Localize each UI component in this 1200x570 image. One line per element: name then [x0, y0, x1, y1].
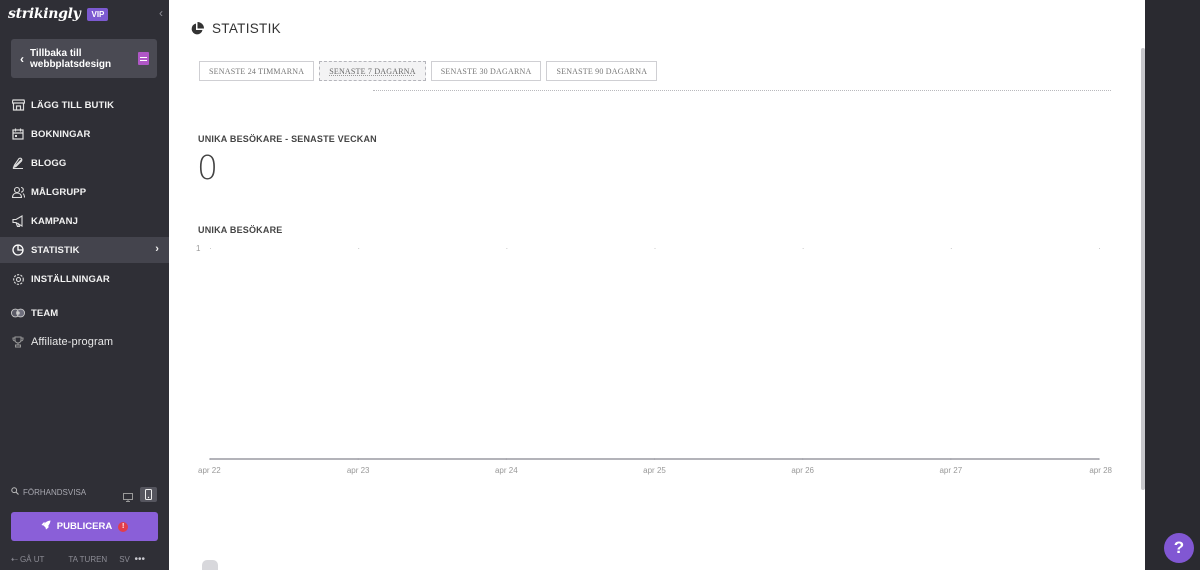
data-point — [950, 458, 952, 460]
sidebar-footer: ⇠ GÅ UT TA TUREN SV ••• — [11, 554, 161, 565]
x-tick-label: apr 23 — [347, 466, 370, 475]
store-icon — [11, 98, 25, 112]
sidebar-item-label: TEAM — [31, 307, 59, 319]
trophy-icon — [11, 335, 25, 349]
grid-dot — [358, 248, 360, 249]
sidebar-item-blog[interactable]: BLOGG — [0, 150, 169, 176]
gear-icon — [11, 272, 25, 286]
chevron-right-icon: › — [155, 243, 159, 255]
sidebar-item-label: MÅLGRUPP — [31, 186, 87, 198]
more-options-icon[interactable]: ••• — [134, 554, 145, 565]
language-link[interactable]: SV — [119, 555, 130, 564]
sidebar-item-label: BOKNINGAR — [31, 128, 91, 140]
data-point — [1098, 458, 1100, 460]
rocket-icon — [41, 520, 51, 533]
tab-last-7-days[interactable]: SENASTE 7 DAGARNA — [319, 61, 426, 81]
sidebar-item-statistics[interactable]: STATISTIK › — [0, 237, 169, 263]
grid-dot — [654, 248, 656, 249]
x-tick-label: apr 27 — [939, 466, 962, 475]
tour-link[interactable]: TA TUREN — [68, 555, 107, 564]
search-icon — [11, 487, 19, 497]
megaphone-icon — [11, 214, 25, 228]
preview-button[interactable]: FÖRHANDSVISA — [11, 487, 86, 497]
x-tick-label: apr 26 — [791, 466, 814, 475]
brand[interactable]: strikingly VIP — [8, 5, 109, 23]
exit-label: GÅ UT — [19, 555, 45, 564]
pie-chart-icon — [11, 243, 25, 257]
x-tick-label: apr 28 — [1089, 466, 1112, 475]
page-icon — [138, 52, 149, 65]
sidebar-item-audience[interactable]: MÅLGRUPP — [0, 179, 169, 205]
data-point — [209, 458, 211, 460]
sidebar-item-label: LÄGG TILL BUTIK — [31, 99, 115, 111]
back-to-site-design-button[interactable]: ‹ Tillbaka till webbplatsdesign — [11, 39, 157, 78]
audience-icon — [11, 185, 25, 199]
sidebar-item-campaign[interactable]: KAMPANJ — [0, 208, 169, 234]
page-header: STATISTIK — [190, 21, 281, 36]
data-point — [801, 458, 804, 460]
partial-element — [202, 560, 218, 570]
sidebar-item-label: Affiliate-program — [31, 336, 114, 348]
team-icon — [11, 306, 25, 320]
sidebar: strikingly VIP ‹ ‹ Tillbaka till webbpla… — [0, 0, 169, 570]
main-panel: STATISTIK SENASTE 24 TIMMARNA SENASTE 7 … — [169, 0, 1145, 570]
data-point — [653, 458, 656, 460]
exit-link[interactable]: ⇠ GÅ UT — [11, 555, 56, 564]
sidebar-item-bookings[interactable]: BOKNINGAR — [0, 121, 169, 147]
pie-chart-icon — [190, 21, 204, 36]
page-title: STATISTIK — [212, 21, 281, 36]
desktop-view-icon[interactable] — [123, 489, 133, 502]
help-button[interactable]: ? — [1164, 533, 1194, 563]
y-tick-label: 1 — [196, 244, 201, 253]
sidebar-item-label: KAMPANJ — [31, 215, 78, 227]
unique-visitors-chart: 1 apr 22 apr 23 apr 24 apr 25 apr 26 apr 27 apr… — [196, 244, 1113, 475]
vip-badge: VIP — [87, 7, 109, 21]
brand-logo: strikingly — [8, 6, 81, 22]
x-tick-label: apr 24 — [495, 466, 518, 475]
grid-dot — [210, 248, 211, 249]
sidebar-item-affiliate[interactable]: Affiliate-program — [0, 329, 169, 355]
sidebar-item-label: STATISTIK — [31, 244, 80, 256]
pen-icon — [11, 156, 25, 170]
publish-label: PUBLICERA — [56, 521, 113, 532]
data-point — [505, 458, 508, 460]
sidebar-item-settings[interactable]: INSTÄLLNINGAR — [0, 266, 169, 292]
sidebar-item-store[interactable]: LÄGG TILL BUTIK — [0, 92, 169, 118]
right-gutter — [1145, 0, 1200, 570]
tab-last-24-hours[interactable]: SENASTE 24 TIMMARNA — [199, 61, 315, 81]
sidebar-item-label: INSTÄLLNINGAR — [31, 273, 110, 285]
preview-label: FÖRHANDSVISA — [23, 487, 87, 497]
tabs-divider — [373, 90, 1111, 91]
grid-dot — [506, 248, 508, 249]
sidebar-item-label: BLOGG — [31, 157, 67, 169]
back-label: Tillbaka till webbplatsdesign — [30, 47, 112, 70]
x-tick-label: apr 22 — [198, 466, 221, 475]
calendar-icon — [11, 127, 25, 141]
tab-last-90-days[interactable]: SENASTE 90 DAGARNA — [546, 61, 658, 81]
collapse-sidebar-icon[interactable]: ‹ — [156, 6, 166, 20]
grid-dot — [950, 248, 952, 249]
unique-visitors-chart-title: UNIKA BESÖKARE — [198, 225, 283, 235]
x-tick-label: apr 25 — [643, 466, 666, 475]
sidebar-item-team[interactable]: TEAM — [0, 300, 169, 326]
time-range-tabs: SENASTE 24 TIMMARNA SENASTE 7 DAGARNA SE… — [199, 61, 662, 81]
chevron-left-icon: ‹ — [20, 51, 24, 66]
publish-button[interactable]: PUBLICERA ! — [11, 512, 158, 541]
mobile-view-icon[interactable] — [140, 487, 157, 502]
alert-badge: ! — [118, 521, 129, 532]
unique-visitors-week-value: 0 — [197, 148, 218, 187]
grid-dot — [1099, 248, 1100, 249]
unique-visitors-week-label: UNIKA BESÖKARE - SENASTE VECKAN — [198, 134, 377, 144]
tab-last-30-days[interactable]: SENASTE 30 DAGARNA — [430, 61, 542, 81]
grid-dot — [802, 248, 804, 249]
data-point — [357, 458, 359, 460]
